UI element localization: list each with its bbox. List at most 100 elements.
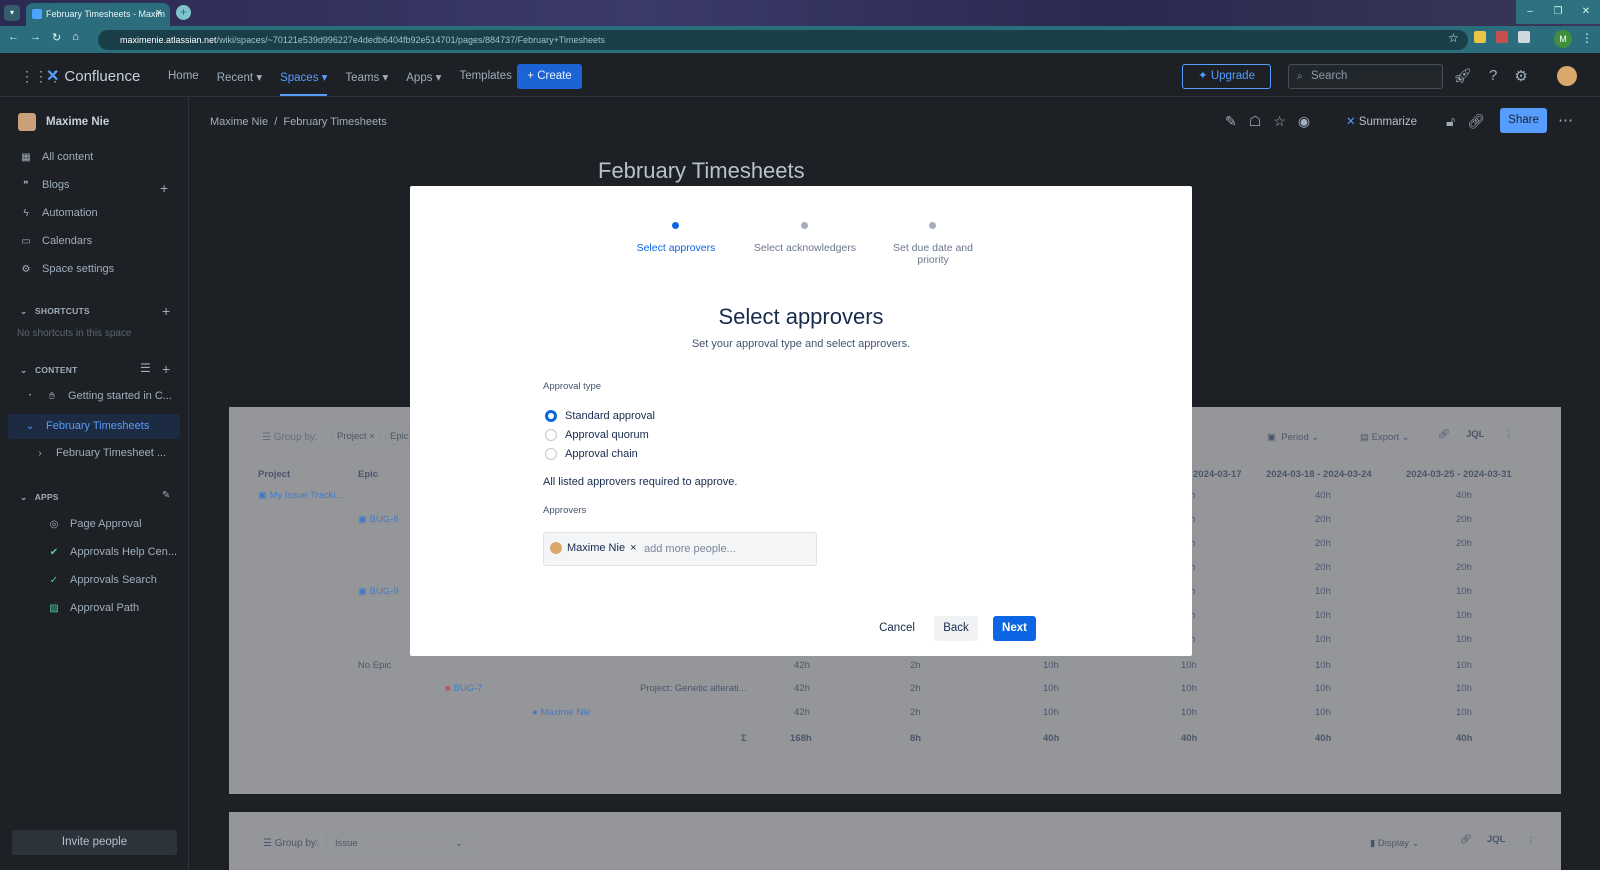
copy-link-icon[interactable]: 🔗︎ (1467, 113, 1485, 130)
nav-recent[interactable]: Recent ▾ (217, 70, 262, 96)
close-tab-icon[interactable]: × (156, 7, 162, 19)
sidebar-item-space-settings[interactable]: ⚙ Space settings (20, 263, 115, 275)
group-by-select[interactable]: Issue ⌄ (326, 833, 470, 853)
minimize-icon[interactable]: – (1516, 0, 1544, 24)
table2-more-icon[interactable]: ⋮ (1526, 836, 1536, 847)
share-button[interactable]: Share (1500, 108, 1547, 133)
bookmark-star-icon[interactable]: ☆ (1448, 31, 1459, 45)
more-actions-icon[interactable]: ⋯ (1558, 111, 1573, 129)
step-select-approvers[interactable]: Select approvers (621, 242, 731, 254)
epic-link-bug-9[interactable]: ▣ BUG-9 (358, 586, 399, 597)
close-window-icon[interactable]: ✕ (1572, 0, 1600, 24)
browser-tab-active[interactable]: February Timesheets - Maxim × (26, 3, 170, 26)
epic-link-bug-8[interactable]: ▣ BUG-8 (358, 514, 399, 525)
help-icon[interactable]: ? (1489, 67, 1497, 85)
comment-icon[interactable]: ☖ (1249, 113, 1262, 130)
issue-link-bug-7[interactable]: ■ BUG-7 (445, 683, 482, 694)
search-input[interactable]: ⌕ Search (1288, 64, 1443, 89)
reload-icon[interactable]: ↻ (52, 31, 61, 44)
radio-button[interactable] (545, 429, 557, 441)
apps-header[interactable]: ⌄ APPS (20, 492, 59, 503)
edit-pencil-icon[interactable]: ✎ (1225, 113, 1237, 130)
sidebar-item-blogs[interactable]: ❞ Blogs (20, 179, 69, 191)
nav-teams[interactable]: Teams ▾ (345, 70, 388, 96)
add-shortcut-icon[interactable]: + (162, 303, 170, 319)
notifications-rocket-icon[interactable]: 🚀︎ (1453, 67, 1472, 85)
group-chip-project[interactable]: Project × (332, 428, 380, 445)
back-button[interactable]: Back (934, 616, 978, 641)
confluence-logo[interactable]: ✕ Confluence (46, 66, 140, 86)
export-dropdown[interactable]: ▤ Export ⌄ (1360, 432, 1410, 443)
add-people-input[interactable] (644, 539, 804, 559)
extension-icon[interactable] (1474, 31, 1486, 43)
app-item-approval-path[interactable]: ▨ Approval Path (48, 602, 139, 614)
content-item-february-timesheets[interactable]: ⌄ February Timesheets (24, 420, 150, 432)
extensions (1474, 31, 1530, 43)
app-item-page-approval[interactable]: ◎ Page Approval (48, 518, 142, 530)
sidebar-item-calendars[interactable]: ▭ Calendars (20, 235, 92, 247)
radio-button[interactable] (545, 448, 557, 460)
back-arrow-icon[interactable]: ← (8, 31, 19, 44)
step-set-due-date[interactable]: Set due date and priority (878, 242, 988, 266)
radio-approval-quorum[interactable]: Approval quorum (545, 429, 649, 441)
nav-templates[interactable]: Templates (459, 70, 511, 96)
edit-apps-pencil-icon[interactable]: ✎ (162, 490, 170, 501)
app-item-approvals-help-center[interactable]: ✔ Approvals Help Cen... (48, 546, 177, 558)
content-header[interactable]: ⌄ CONTENT (20, 365, 78, 376)
sidebar-item-automation[interactable]: ϟ Automation (20, 207, 97, 219)
invite-people-button[interactable]: Invite people (12, 830, 177, 855)
remove-approver-icon[interactable]: × (630, 542, 636, 554)
period-dropdown[interactable]: ▣ Period ⌄ (1267, 432, 1319, 443)
shortcuts-header[interactable]: ⌄ SHORTCUTS (20, 306, 90, 317)
breadcrumb-page[interactable]: February Timesheets (283, 116, 386, 128)
radio-standard-approval[interactable]: Standard approval (545, 410, 655, 422)
sidebar-item-all-content[interactable]: ▦ All content (20, 151, 93, 163)
next-button[interactable]: Next (993, 616, 1036, 641)
content-item-february-timesheet-child[interactable]: › February Timesheet ... (34, 447, 166, 459)
breadcrumb-space[interactable]: Maxime Nie (210, 116, 268, 128)
puzzle-extensions-icon[interactable] (1518, 31, 1530, 43)
nav-spaces[interactable]: Spaces ▾ (280, 70, 328, 96)
cell: 40h (1456, 490, 1472, 501)
space-name[interactable]: Maxime Nie (46, 116, 109, 128)
project-link[interactable]: ▣ My Issue Tracki... (258, 490, 344, 501)
tab-search-dropdown-icon[interactable]: ▾ (4, 5, 20, 21)
table-more-icon[interactable]: ⋮ (1504, 429, 1514, 440)
jql-button[interactable]: JQL (1487, 834, 1505, 845)
summarize-button[interactable]: ✕ Summarize (1346, 114, 1417, 128)
step-select-acknowledgers[interactable]: Select acknowledgers (750, 242, 860, 254)
radio-button-checked[interactable] (545, 410, 557, 422)
watch-eye-icon[interactable]: ◉ (1298, 113, 1310, 130)
app-item-approvals-search[interactable]: ✓ Approvals Search (48, 574, 157, 586)
filter-icon[interactable]: ☰ (140, 361, 151, 375)
add-content-icon[interactable]: + (162, 361, 170, 377)
cancel-button[interactable]: Cancel (872, 616, 922, 641)
display-dropdown[interactable]: ▮ Display ⌄ (1370, 838, 1420, 849)
user-avatar[interactable] (1557, 66, 1577, 86)
add-blog-icon[interactable]: + (160, 180, 168, 196)
browser-profile-avatar[interactable]: M (1554, 30, 1572, 48)
forward-arrow-icon[interactable]: → (30, 31, 41, 44)
upgrade-button[interactable]: ✦ Upgrade (1182, 64, 1271, 89)
table-link-icon[interactable]: 🔗︎ (1438, 429, 1450, 440)
restrictions-lock-icon[interactable]: 🔓︎ (1446, 113, 1455, 130)
table2-link-icon[interactable]: 🔗︎ (1460, 834, 1472, 845)
assignee-link[interactable]: ● Maxime Nie (532, 707, 591, 718)
settings-gear-icon[interactable]: ⚙ (1514, 67, 1527, 85)
radio-approval-chain[interactable]: Approval chain (545, 448, 638, 460)
jql-button[interactable]: JQL (1466, 429, 1484, 440)
home-icon[interactable]: ⌂ (72, 31, 79, 44)
no-epic-label: No Epic (358, 660, 392, 671)
approvers-picker[interactable]: Maxime Nie × (543, 532, 817, 566)
browser-menu-icon[interactable]: ⋮ (1581, 31, 1593, 45)
nav-home[interactable]: Home (168, 70, 199, 96)
restore-icon[interactable]: ❐ (1544, 0, 1572, 24)
url-bar[interactable]: maximenie.atlassian.net/wiki/spaces/~701… (98, 30, 1468, 50)
content-item-getting-started[interactable]: • ✋︎ Getting started in C... (24, 390, 172, 402)
new-tab-icon[interactable]: + (176, 5, 191, 20)
nav-apps[interactable]: Apps ▾ (406, 70, 441, 96)
create-button[interactable]: + Create (517, 64, 582, 89)
star-icon[interactable]: ☆ (1273, 113, 1286, 130)
extension-icon[interactable] (1496, 31, 1508, 43)
page-actions-secondary: 🔓︎ 🔗︎ (1446, 113, 1485, 130)
